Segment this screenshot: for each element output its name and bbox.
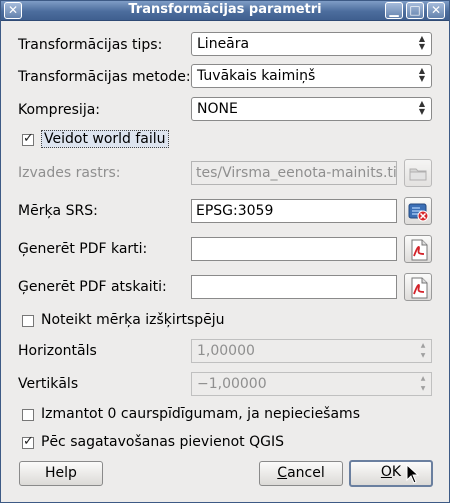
pdf-map-browse-button[interactable] xyxy=(404,235,432,263)
add-to-qgis-checkbox[interactable]: ✓ xyxy=(22,434,34,449)
output-raster-label: Izvades rastrs: xyxy=(18,165,121,181)
browse-output-button xyxy=(404,159,432,187)
world-file-label[interactable]: Veidot world failu xyxy=(41,130,169,148)
transparency-checkbox[interactable] xyxy=(22,409,34,421)
transform-method-select[interactable]: Tuvākais kaimiņš ▲ ▼ xyxy=(191,64,432,88)
compression-label: Kompresija: xyxy=(18,102,101,118)
add-to-qgis-label[interactable]: Pēc sagatavošanas pievienot QGIS xyxy=(41,434,284,450)
spin-down-icon: ▼ xyxy=(420,385,426,392)
pdf-icon xyxy=(411,239,428,261)
compression-value: NONE xyxy=(197,101,238,117)
set-resolution-label[interactable]: Noteikt mērķa izšķirtspēju xyxy=(41,312,225,328)
pdf-icon xyxy=(411,277,428,299)
title-bar[interactable]: ✕ Transformācijas parametri ▁ □ ✕ xyxy=(1,1,449,21)
pdf-report-browse-button[interactable] xyxy=(404,273,432,301)
maximize-button[interactable]: □ xyxy=(406,2,424,19)
transform-method-value: Tuvākais kaimiņš xyxy=(197,68,316,84)
spin-down-icon: ▼ xyxy=(420,352,426,359)
checkmark-icon: ✓ xyxy=(23,434,34,449)
world-file-checkbox[interactable]: ✓ xyxy=(22,131,34,146)
combo-arrows-icon: ▲ ▼ xyxy=(418,66,425,83)
pdf-report-field[interactable] xyxy=(191,275,397,299)
checkmark-icon: ✓ xyxy=(23,131,34,146)
horizontal-value: 1,00000 xyxy=(197,343,255,359)
transform-type-label: Transformācijas tips: xyxy=(18,37,163,53)
window-title: Transformācijas parametri xyxy=(128,2,322,17)
help-button[interactable]: Help xyxy=(19,461,103,486)
output-raster-value: tes/Virsma_eenota-mainits.tif xyxy=(196,165,397,181)
horizontal-spinbox: 1,00000 ▲ ▼ xyxy=(191,339,432,363)
vertical-spinbox: −1,00000 ▲ ▼ xyxy=(191,372,432,396)
target-srs-value: EPSG:3059 xyxy=(196,203,274,219)
horizontal-label: Horizontāls xyxy=(18,343,97,359)
transform-settings-dialog: ✕ Transformācijas parametri ▁ □ ✕ Transf… xyxy=(0,0,450,503)
target-srs-label: Mērķa SRS: xyxy=(18,203,98,219)
close-button[interactable]: ✕ xyxy=(427,2,445,19)
pdf-report-label: Ģenerēt PDF atskaiti: xyxy=(18,279,167,295)
ok-button[interactable]: OK xyxy=(349,460,433,487)
cancel-button[interactable]: Cancel xyxy=(259,461,343,486)
folder-icon xyxy=(409,168,427,181)
spin-up-icon: ▲ xyxy=(420,375,426,382)
combo-arrows-icon: ▲ ▼ xyxy=(418,99,425,116)
mouse-cursor-icon xyxy=(406,464,420,484)
transform-type-select[interactable]: Lineāra ▲ ▼ xyxy=(191,32,432,56)
combo-arrows-icon: ▲ ▼ xyxy=(418,34,425,51)
minimize-button[interactable]: ▁ xyxy=(385,2,403,19)
transform-type-value: Lineāra xyxy=(197,36,250,52)
vertical-label: Vertikāls xyxy=(18,376,79,392)
set-resolution-checkbox[interactable] xyxy=(22,315,34,327)
output-raster-field: tes/Virsma_eenota-mainits.tif xyxy=(191,161,397,185)
projection-globe-icon xyxy=(408,203,429,222)
target-srs-field[interactable]: EPSG:3059 xyxy=(191,199,397,223)
transform-method-label: Transformācijas metode: xyxy=(18,69,191,85)
transparency-label[interactable]: Izmantot 0 caurspīdīgumam, ja nepiecieša… xyxy=(41,406,360,422)
spin-up-icon: ▲ xyxy=(420,342,426,349)
vertical-value: −1,00000 xyxy=(197,376,267,392)
compression-select[interactable]: NONE ▲ ▼ xyxy=(191,97,432,121)
pdf-map-field[interactable] xyxy=(191,237,397,261)
pdf-map-label: Ģenerēt PDF karti: xyxy=(18,241,148,257)
select-srs-button[interactable] xyxy=(404,197,432,225)
